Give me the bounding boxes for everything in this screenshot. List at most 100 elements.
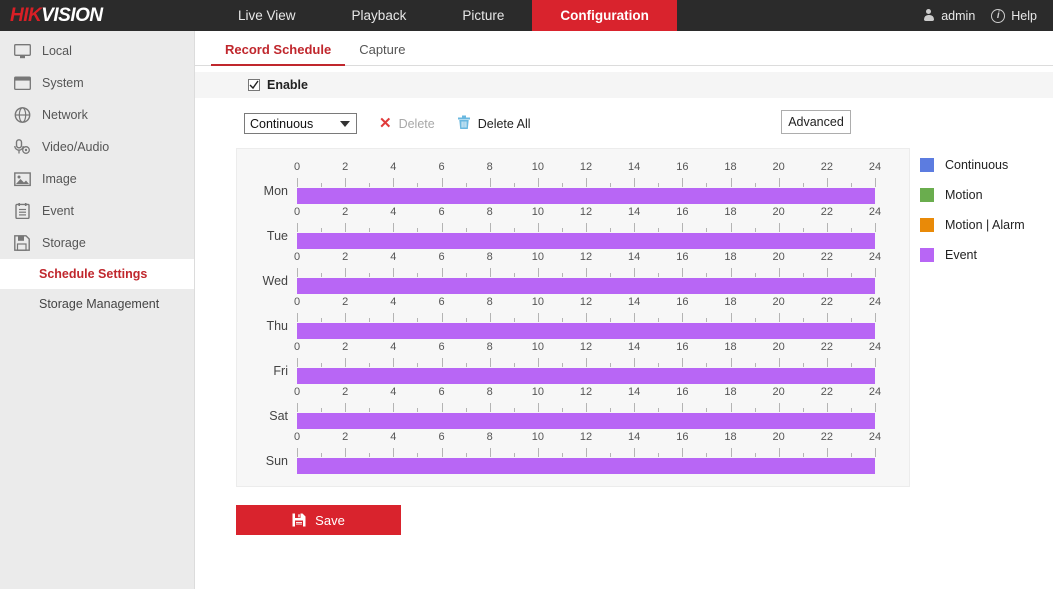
- schedule-bar[interactable]: [297, 413, 875, 429]
- ruler-tick: [754, 363, 756, 367]
- ruler-tick: [802, 363, 804, 367]
- ruler-tick: [345, 313, 347, 322]
- hour-tick-label: 10: [531, 206, 544, 218]
- ruler-tick: [417, 318, 419, 322]
- ruler-tick: [778, 403, 780, 412]
- tab-capture[interactable]: Capture: [345, 42, 419, 65]
- ruler-tick: [730, 268, 732, 277]
- save-button[interactable]: Save: [236, 505, 401, 535]
- ruler-tick: [489, 223, 491, 232]
- hour-tick-labels: 0 2 4 6 8 10 12 14 16 18 20 22 24: [294, 296, 881, 309]
- schedule-track[interactable]: 0 2 4 6 8 10 12 14 16 18 20 22 24: [294, 431, 881, 474]
- hour-ruler: 0 2 4 6 8 10 12 14 16 18 20 22 24: [293, 161, 881, 187]
- hour-tick-label: 22: [820, 161, 833, 173]
- nav-tab-label: Playback: [351, 8, 407, 23]
- nav-tab-playback[interactable]: Playback: [324, 0, 435, 31]
- sidebar-item-system[interactable]: System: [0, 67, 194, 99]
- ruler-tick: [586, 448, 587, 457]
- hour-tick-label: 0: [293, 161, 301, 173]
- schedule-track[interactable]: 0 2 4 6 8 10 12 14 16 18 20 22 24: [293, 161, 881, 204]
- hour-tick-label: 2: [342, 341, 349, 353]
- ruler-tick: [586, 268, 587, 277]
- hour-tick-label: 10: [531, 386, 544, 398]
- help-link[interactable]: i Help: [991, 8, 1037, 23]
- delete-button[interactable]: ✕ Delete: [379, 116, 435, 131]
- ruler-tick: [682, 358, 684, 367]
- schedule-bar[interactable]: [297, 323, 875, 339]
- hour-tick-label: 24: [868, 296, 882, 308]
- legend-item: Continuous: [920, 150, 1025, 180]
- user-menu[interactable]: admin: [922, 9, 975, 23]
- hour-tick-label: 8: [486, 206, 493, 218]
- schedule-bar[interactable]: [297, 368, 875, 384]
- ruler-tick: [561, 363, 563, 367]
- ruler-tick: [417, 363, 419, 367]
- sidebar-subitem-storage-management[interactable]: Storage Management: [0, 289, 194, 319]
- ruler-tick: [441, 313, 443, 322]
- ruler-tick: [513, 228, 515, 232]
- hour-tick-label: 24: [868, 161, 882, 173]
- ruler-tick: [875, 358, 876, 367]
- legend-item: Motion | Alarm: [920, 210, 1025, 240]
- schedule-track[interactable]: 0 2 4 6 8 10 12 14 16 18 20 22 24: [294, 296, 881, 339]
- ruler-tick: [465, 228, 467, 232]
- enable-label: Enable: [267, 78, 308, 92]
- ruler-tick: [850, 228, 852, 232]
- schedule-bar[interactable]: [297, 458, 875, 474]
- ruler-tick: [682, 178, 684, 187]
- ruler-tick: [754, 273, 756, 277]
- schedule-bar[interactable]: [297, 278, 875, 294]
- sidebar-item-local[interactable]: Local: [0, 35, 194, 67]
- sidebar-item-network[interactable]: Network: [0, 99, 194, 131]
- hour-tick-label: 12: [579, 341, 593, 353]
- delete-all-button[interactable]: Delete All: [457, 115, 531, 133]
- schedule-track[interactable]: 0 2 4 6 8 10 12 14 16 18 20 22 24: [294, 341, 881, 384]
- ruler-tick: [610, 183, 612, 187]
- ruler-tick: [297, 223, 298, 232]
- ruler-tick: [417, 273, 419, 277]
- record-type-select[interactable]: Continuous: [244, 113, 357, 134]
- nav-tab-configuration[interactable]: Configuration: [532, 0, 677, 31]
- ruler-tick: [658, 363, 660, 367]
- schedule-track[interactable]: 0 2 4 6 8 10 12 14 16 18 20 22 24: [294, 206, 881, 249]
- sidebar-subitem-schedule-settings[interactable]: Schedule Settings: [0, 259, 194, 289]
- ruler-tick: [297, 358, 298, 367]
- nav-tab-picture[interactable]: Picture: [434, 0, 532, 31]
- advanced-button[interactable]: Advanced: [781, 110, 851, 134]
- sidebar-item-event[interactable]: Event: [0, 195, 194, 227]
- ruler-tick: [537, 223, 539, 232]
- ruler-tick: [489, 313, 491, 322]
- user-name-label: admin: [941, 8, 976, 23]
- ruler-tick: [802, 228, 804, 232]
- hour-tick-label: 16: [676, 206, 689, 218]
- nav-tab-live-view[interactable]: Live View: [210, 0, 324, 31]
- ruler-tick: [634, 448, 636, 457]
- ruler-tick: [465, 183, 467, 187]
- schedule-bar[interactable]: [297, 188, 875, 204]
- ruler-tick: [875, 223, 876, 232]
- ruler-tick: [875, 448, 876, 457]
- hour-tick-label: 14: [628, 296, 641, 308]
- clipboard-icon: [12, 202, 32, 220]
- hour-tick-label: 6: [438, 251, 445, 263]
- ruler-tick: [321, 453, 323, 457]
- sidebar-item-video-audio[interactable]: Video/Audio: [0, 131, 194, 163]
- tab-record-schedule[interactable]: Record Schedule: [211, 42, 346, 66]
- nav-tab-label: Picture: [462, 8, 505, 23]
- ruler-ticks: [297, 268, 876, 277]
- ruler-tick: [730, 178, 732, 187]
- hour-tick-label: 8: [486, 296, 493, 308]
- hour-tick-label: 10: [531, 251, 544, 263]
- schedule-day-row: Fri 0 2 4 6 8 10 12 14 16 18 20 22 24: [237, 339, 909, 384]
- hour-tick-label: 14: [628, 431, 641, 443]
- ruler-tick: [321, 183, 323, 187]
- schedule-track[interactable]: 0 2 4 6 8 10 12 14 16 18 20 22 24: [294, 386, 881, 429]
- sidebar-item-storage[interactable]: Storage: [0, 227, 194, 259]
- sidebar-item-image[interactable]: Image: [0, 163, 194, 195]
- ruler-tick: [802, 453, 804, 457]
- hour-tick-label: 2: [342, 206, 349, 218]
- ruler-tick: [826, 358, 828, 367]
- enable-checkbox[interactable]: [248, 79, 260, 91]
- schedule-track[interactable]: 0 2 4 6 8 10 12 14 16 18 20 22 24: [294, 251, 881, 294]
- schedule-bar[interactable]: [297, 233, 875, 249]
